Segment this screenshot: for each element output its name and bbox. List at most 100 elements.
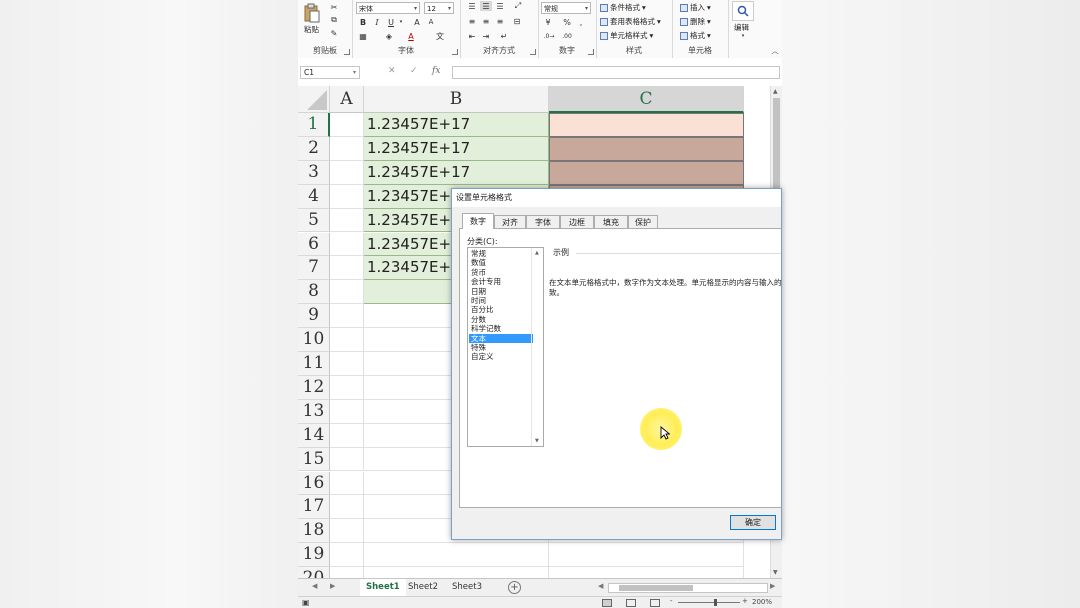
cell-a[interactable] bbox=[330, 399, 364, 424]
page-layout-view-icon[interactable] bbox=[626, 599, 636, 607]
insert-function-button[interactable]: fx bbox=[432, 66, 440, 76]
row-header[interactable]: 17 bbox=[298, 495, 330, 520]
category-item[interactable]: 自定义 bbox=[469, 352, 533, 361]
shrink-font-button[interactable]: A bbox=[426, 17, 436, 27]
scroll-up-icon[interactable]: ▲ bbox=[773, 88, 778, 95]
conditional-format-button[interactable]: 条件格式 ▾ bbox=[600, 2, 646, 13]
row-header[interactable]: 9 bbox=[298, 304, 330, 329]
cell-b[interactable]: 1.23457E+17 bbox=[364, 160, 549, 185]
row-header[interactable]: 18 bbox=[298, 519, 330, 544]
dialog-tab[interactable]: 对齐 bbox=[494, 215, 526, 228]
add-sheet-icon[interactable]: + bbox=[508, 581, 521, 594]
next-sheet-icon[interactable]: ▶ bbox=[330, 582, 335, 590]
column-header-c[interactable]: C bbox=[549, 86, 744, 113]
zoom-slider-thumb[interactable] bbox=[714, 599, 717, 606]
cell-a[interactable] bbox=[330, 328, 364, 352]
currency-icon[interactable]: ¥ bbox=[542, 17, 554, 27]
cell-a[interactable] bbox=[330, 304, 364, 329]
italic-button[interactable]: I bbox=[372, 17, 382, 27]
clipboard-launcher-icon[interactable] bbox=[344, 49, 350, 55]
category-item[interactable]: 日期 bbox=[469, 287, 533, 296]
cell-a[interactable] bbox=[330, 280, 364, 305]
format-painter-icon[interactable]: ✎ bbox=[328, 28, 340, 38]
font-size-combo[interactable]: 12 ▾ bbox=[424, 2, 454, 14]
cell-a[interactable] bbox=[330, 495, 364, 520]
paste-button[interactable]: 粘贴 bbox=[304, 24, 319, 35]
row-header[interactable]: 20 bbox=[298, 567, 330, 578]
comma-style-icon[interactable]: , bbox=[576, 17, 586, 27]
middle-align-icon[interactable]: ☰ bbox=[480, 1, 492, 11]
cell-c[interactable] bbox=[549, 160, 744, 185]
name-box[interactable]: C1 ▾ bbox=[300, 66, 360, 79]
row-header[interactable]: 14 bbox=[298, 423, 330, 448]
row-header[interactable]: 3 bbox=[298, 160, 330, 185]
cell-styles-button[interactable]: 单元格样式 ▾ bbox=[600, 30, 653, 41]
top-align-icon[interactable]: ☰ bbox=[466, 1, 478, 11]
cell-a[interactable] bbox=[330, 232, 364, 257]
cell-a[interactable] bbox=[330, 471, 364, 496]
horizontal-scrollbar[interactable] bbox=[608, 583, 768, 593]
delete-button[interactable]: 删除 ▾ bbox=[680, 16, 711, 27]
dialog-tab[interactable]: 边框 bbox=[560, 215, 594, 228]
cell-a[interactable] bbox=[330, 184, 364, 209]
column-header-a[interactable]: A bbox=[330, 86, 364, 113]
collapse-ribbon-icon[interactable]: ︿ bbox=[770, 46, 780, 56]
cell-a[interactable] bbox=[330, 160, 364, 185]
underline-button[interactable]: U bbox=[386, 17, 396, 27]
cell-c[interactable] bbox=[549, 567, 744, 578]
page-break-view-icon[interactable] bbox=[650, 599, 660, 607]
borders-icon[interactable]: ▦ bbox=[358, 31, 368, 41]
cell-c[interactable] bbox=[549, 136, 744, 161]
percent-button[interactable]: % bbox=[562, 17, 572, 27]
category-item[interactable]: 货币 bbox=[469, 268, 533, 277]
row-header[interactable]: 16 bbox=[298, 471, 330, 496]
cell-a[interactable] bbox=[330, 567, 364, 578]
insert-button[interactable]: 插入 ▾ bbox=[680, 2, 711, 13]
cell-a[interactable] bbox=[330, 543, 364, 568]
column-header-b[interactable]: B bbox=[364, 86, 549, 113]
scroll-right-icon[interactable]: ▶ bbox=[770, 582, 775, 590]
paste-icon[interactable] bbox=[302, 2, 322, 24]
grow-font-button[interactable]: A bbox=[412, 17, 422, 27]
row-header[interactable]: 6 bbox=[298, 232, 330, 257]
dialog-tab[interactable]: 数字 bbox=[462, 213, 494, 229]
sheet-tab-3[interactable]: Sheet3 bbox=[446, 579, 488, 596]
align-right-icon[interactable]: ≡ bbox=[494, 16, 506, 26]
zoom-level[interactable]: 200% bbox=[752, 598, 772, 606]
cell-a[interactable] bbox=[330, 113, 364, 137]
normal-view-icon[interactable] bbox=[602, 599, 612, 607]
font-name-combo[interactable]: 宋体 ▾ bbox=[356, 2, 420, 14]
bottom-align-icon[interactable]: ☰ bbox=[494, 1, 506, 11]
bold-button[interactable]: B bbox=[358, 17, 368, 27]
cell-a[interactable] bbox=[330, 423, 364, 448]
category-item[interactable]: 时间 bbox=[469, 296, 533, 305]
format-as-table-button[interactable]: 套用表格格式 ▾ bbox=[600, 16, 661, 27]
chevron-down-icon[interactable]: ▾ bbox=[398, 17, 404, 27]
category-item[interactable]: 科学记数 bbox=[469, 324, 533, 333]
cell-b[interactable] bbox=[364, 543, 549, 568]
row-header[interactable]: 10 bbox=[298, 328, 330, 352]
cell-b[interactable]: 1.23457E+17 bbox=[364, 136, 549, 161]
wrap-text-icon[interactable]: ↵ bbox=[498, 31, 510, 41]
phonetic-button[interactable]: 文 bbox=[434, 31, 446, 41]
search-icon[interactable] bbox=[732, 1, 754, 21]
scroll-down-icon[interactable]: ▼ bbox=[535, 438, 539, 444]
cancel-entry-button[interactable]: ✕ bbox=[388, 66, 396, 76]
row-header[interactable]: 1 bbox=[298, 113, 330, 137]
copy-icon[interactable]: ⧉ bbox=[328, 15, 340, 25]
zoom-slider[interactable] bbox=[678, 602, 740, 603]
sheet-tab-2[interactable]: Sheet2 bbox=[402, 579, 444, 596]
format-button[interactable]: 格式 ▾ bbox=[680, 30, 711, 41]
row-header[interactable]: 7 bbox=[298, 256, 330, 281]
merge-center-icon[interactable]: ⊟ bbox=[510, 16, 524, 26]
row-header[interactable]: 4 bbox=[298, 184, 330, 209]
chevron-down-icon[interactable]: ▾ bbox=[740, 32, 746, 40]
dialog-tab[interactable]: 保护 bbox=[628, 215, 658, 228]
row-header[interactable]: 2 bbox=[298, 136, 330, 161]
zoom-in-button[interactable]: + bbox=[742, 597, 748, 605]
category-item[interactable]: 特殊 bbox=[469, 343, 533, 352]
cell-a[interactable] bbox=[330, 447, 364, 472]
row-header[interactable]: 15 bbox=[298, 447, 330, 472]
category-item[interactable]: 常规 bbox=[469, 249, 533, 258]
alignment-launcher-icon[interactable] bbox=[530, 49, 536, 55]
